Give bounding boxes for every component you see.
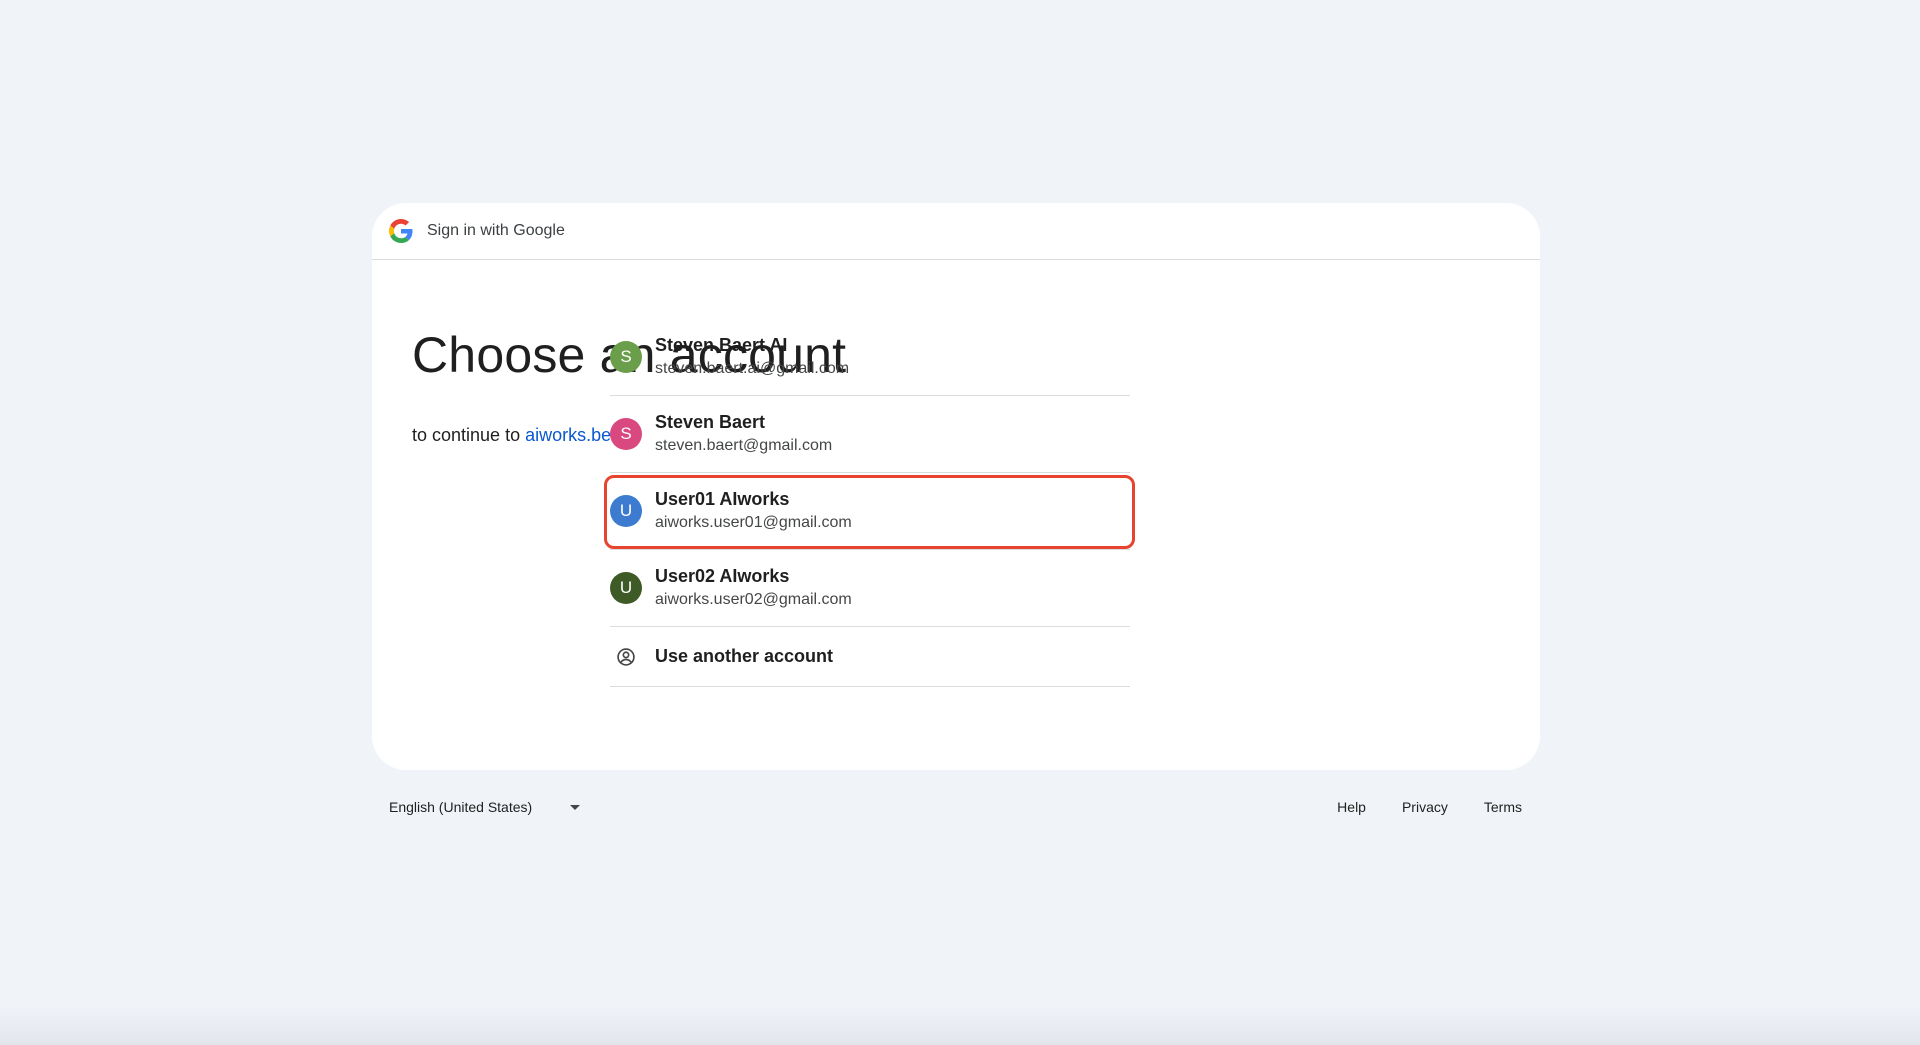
card-header: Sign in with Google [372, 203, 1540, 260]
google-g-icon [389, 219, 413, 243]
account-name: Steven Baert AI [655, 335, 788, 355]
footer-links: Help Privacy Terms [1301, 793, 1522, 821]
subtitle-prefix: to continue to [412, 425, 521, 445]
account-row[interactable]: S Steven Baert steven.baert@gmail.com [610, 396, 1130, 473]
account-email: aiworks.user02@gmail.com [655, 591, 852, 608]
account-email: aiworks.user01@gmail.com [655, 514, 852, 531]
avatar: U [610, 495, 642, 527]
terms-link[interactable]: Terms [1484, 799, 1522, 815]
account-text: User02 AIworks aiworks.user02@gmail.com [655, 565, 852, 611]
account-text: User01 AIworks aiworks.user01@gmail.com [655, 488, 852, 534]
language-label: English (United States) [389, 799, 533, 815]
account-email: steven.baert.ai@gmail.com [655, 360, 850, 377]
account-row[interactable]: U User02 AIworks aiworks.user02@gmail.com [610, 550, 1130, 627]
account-row[interactable]: U User01 AIworks aiworks.user01@gmail.com [604, 473, 1135, 550]
footer: English (United States) Help Privacy Ter… [372, 793, 1540, 821]
help-link[interactable]: Help [1337, 799, 1366, 815]
account-text: Steven Baert steven.baert@gmail.com [655, 411, 832, 457]
account-name: Steven Baert [655, 412, 766, 432]
person-circle-icon [610, 641, 642, 673]
avatar: S [610, 341, 642, 373]
language-select[interactable]: English (United States) [389, 793, 581, 821]
account-name: User02 AIworks [655, 566, 790, 586]
site-link[interactable]: aiworks.be [525, 425, 611, 445]
account-text: Steven Baert AI steven.baert.ai@gmail.com [655, 334, 849, 380]
header-title: Sign in with Google [427, 222, 565, 239]
account-name: User01 AIworks [655, 489, 790, 509]
caret-down-icon [570, 804, 581, 810]
avatar: U [610, 572, 642, 604]
avatar: S [610, 418, 642, 450]
account-email: steven.baert@gmail.com [655, 437, 833, 454]
use-another-account-button[interactable]: Use another account [610, 627, 1130, 687]
account-list: S Steven Baert AI steven.baert.ai@gmail.co… [604, 319, 1135, 687]
account-row[interactable]: S Steven Baert AI steven.baert.ai@gmail.co… [610, 319, 1130, 396]
use-another-account-label: Use another account [655, 646, 834, 666]
bottom-shadow [0, 1005, 1920, 1045]
privacy-link[interactable]: Privacy [1402, 799, 1448, 815]
